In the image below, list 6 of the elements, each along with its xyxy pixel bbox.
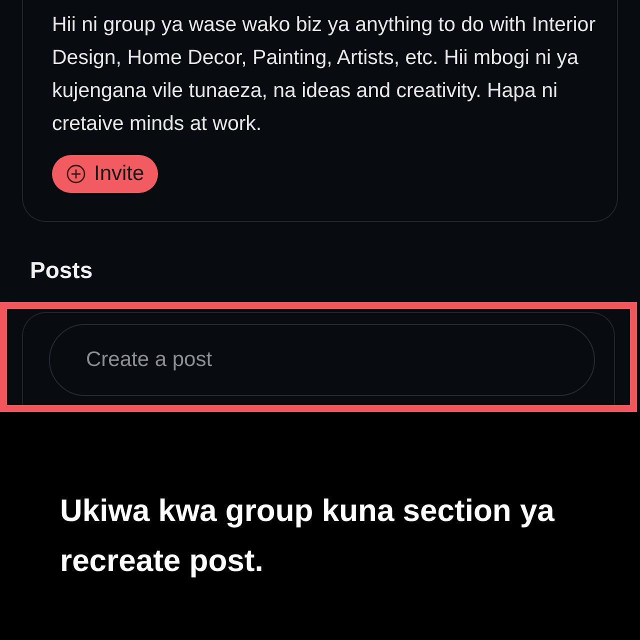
group-description: Hii ni group ya wase wako biz ya anything to do with Interior Design, Home Decor, Painting, Artists, etc. Hii mbogi ni ya kujengana vile tunaeza, na ideas and creativity. Hapa ni cretaive minds at work. (52, 12, 597, 137)
posts-heading: Posts (30, 256, 93, 285)
create-post-field[interactable]: Create a post (49, 324, 595, 396)
invite-button[interactable]: Invite (52, 155, 158, 193)
plus-circle-icon (66, 164, 86, 184)
caption: Ukiwa kwa group kuna section ya recreate post. (60, 492, 556, 580)
